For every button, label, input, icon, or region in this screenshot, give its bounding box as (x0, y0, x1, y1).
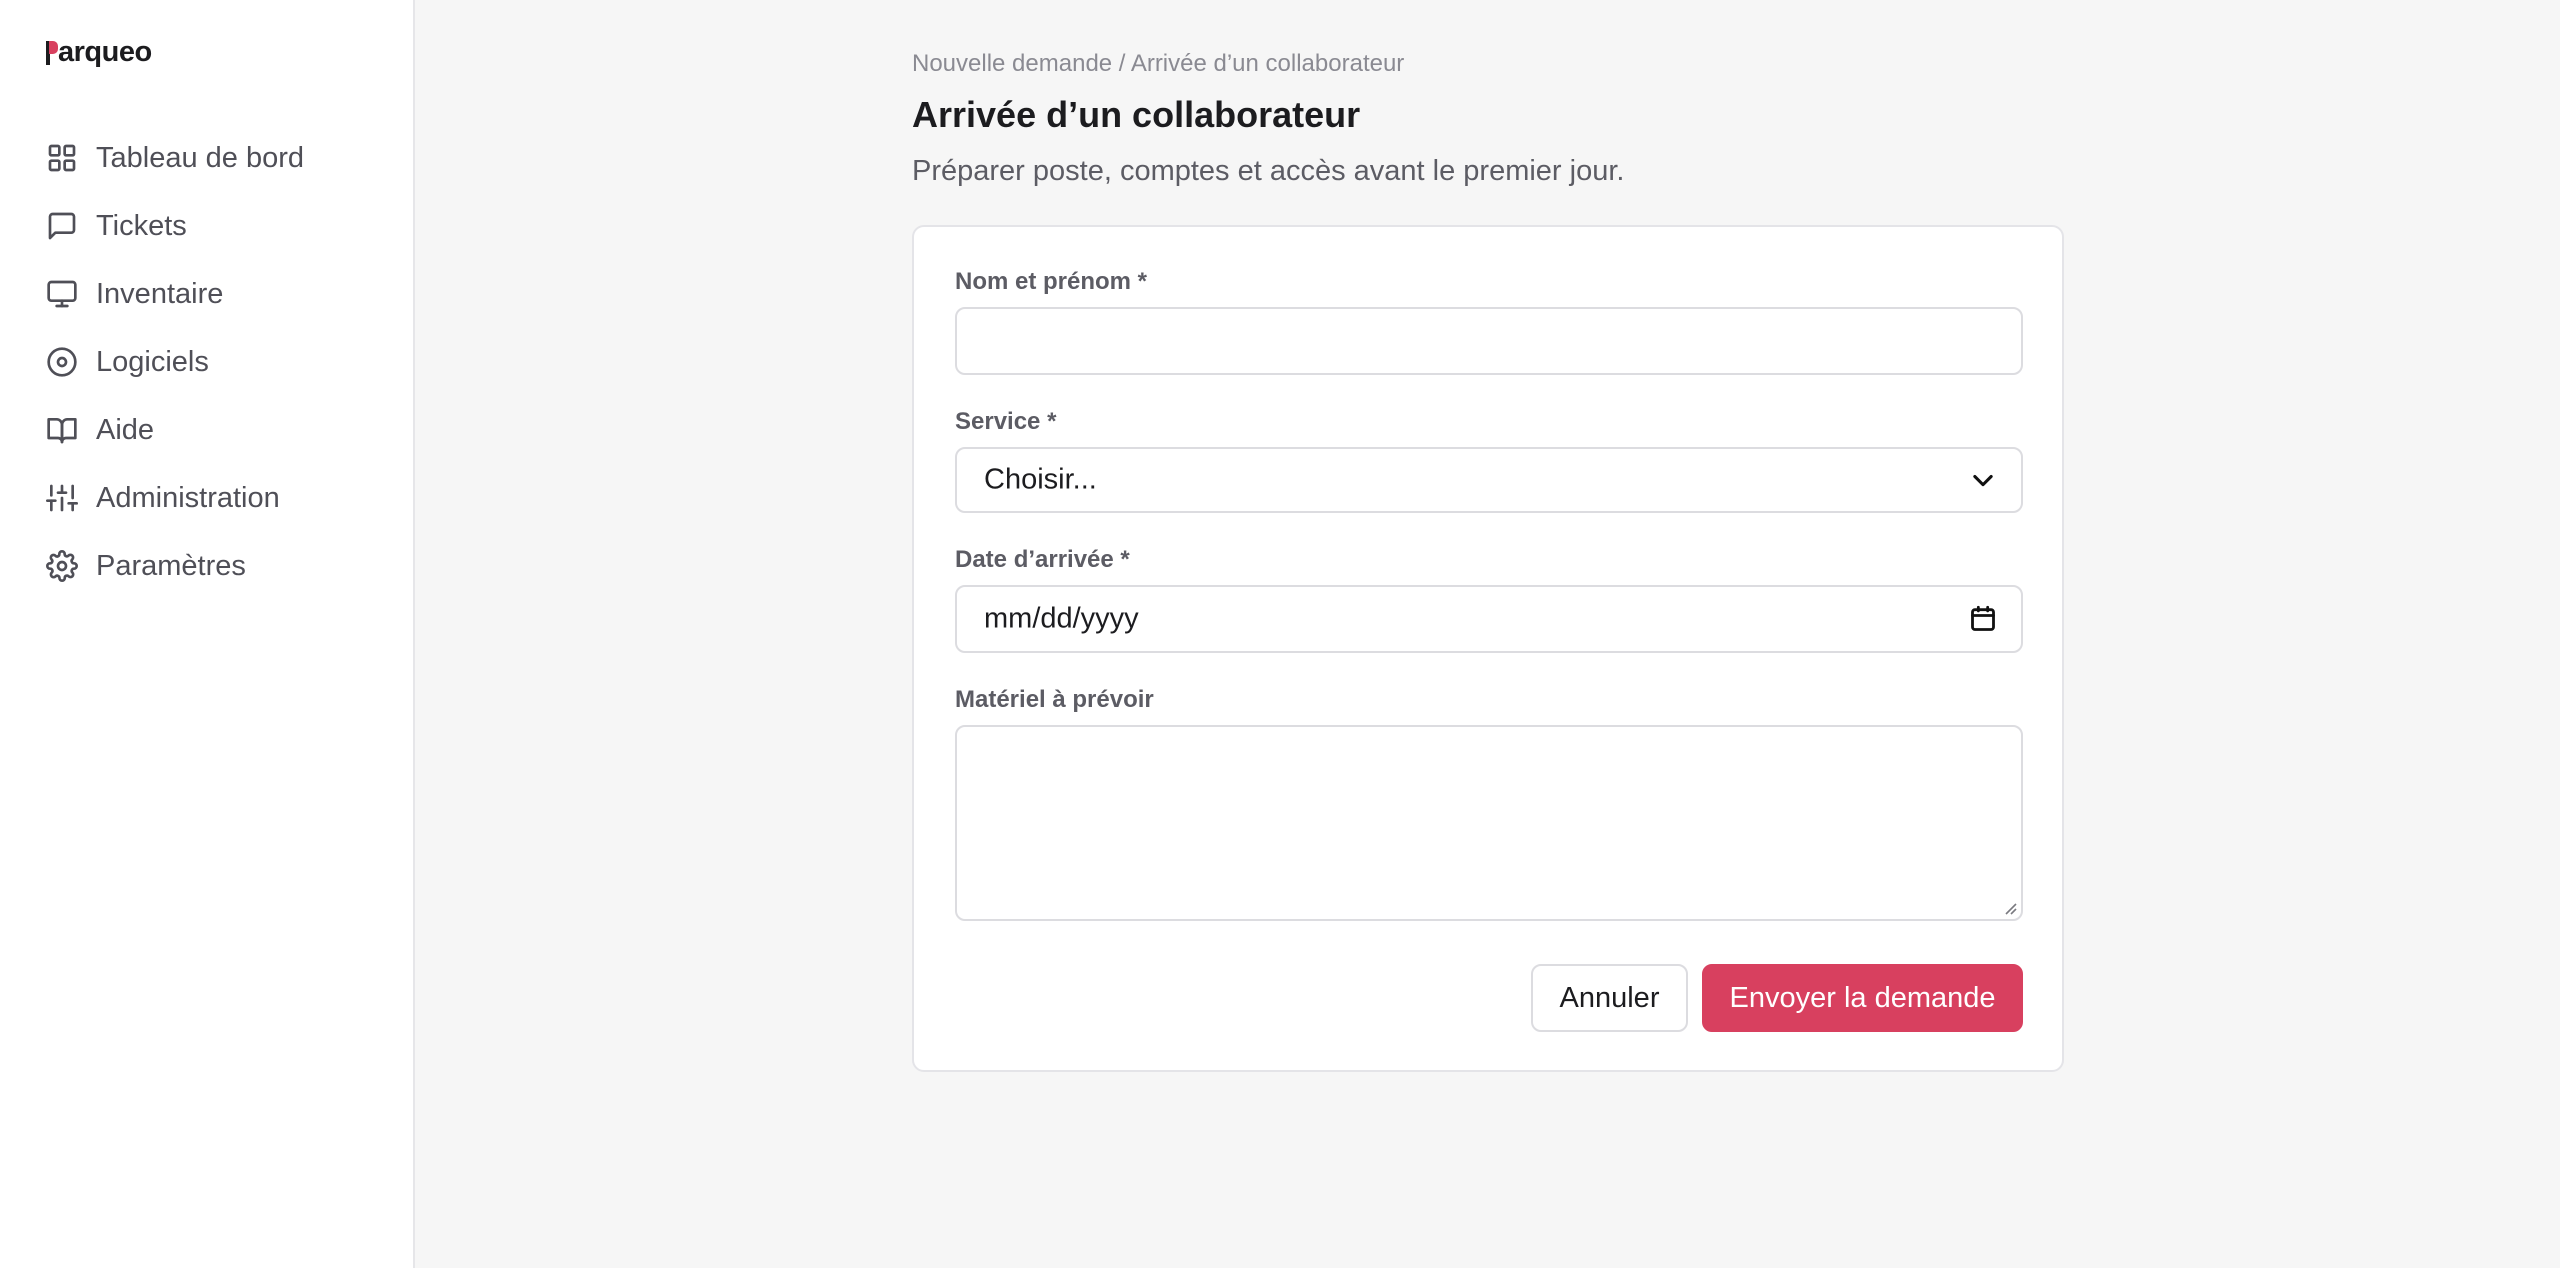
sidebar-item-parametres[interactable]: Paramètres (46, 532, 386, 600)
grid-icon (46, 142, 78, 174)
logo-flag-icon (46, 40, 58, 65)
sidebar-item-tableau-de-bord[interactable]: Tableau de bord (46, 124, 386, 192)
sidebar-item-label: Aide (96, 413, 155, 446)
sidebar-item-label: Tableau de bord (96, 141, 304, 174)
breadcrumb[interactable]: Nouvelle demande / Arrivée d’un collabor… (912, 50, 1404, 78)
sidebar-item-logiciels[interactable]: Logiciels (46, 328, 386, 396)
message-square-icon (46, 210, 78, 242)
service-select[interactable]: Choisir... (955, 447, 2023, 513)
service-select-value: Choisir... (984, 463, 1097, 496)
sidebar-nav: Tableau de bord Tickets Inventaire Logic… (46, 124, 386, 600)
sidebar-item-label: Inventaire (96, 277, 224, 310)
submit-request-button[interactable]: Envoyer la demande (1702, 964, 2023, 1032)
sidebar-item-inventaire[interactable]: Inventaire (46, 260, 386, 328)
name-input[interactable] (955, 307, 2023, 375)
sidebar: arqueo Tableau de bord Tickets Inventair… (0, 0, 415, 1268)
sidebar-item-label: Tickets (96, 209, 187, 242)
chevron-down-icon (1969, 466, 1997, 494)
sidebar-item-tickets[interactable]: Tickets (46, 192, 386, 260)
service-field-label: Service * (955, 408, 1057, 435)
name-field-label: Nom et prénom * (955, 268, 1148, 295)
arrival-date-input[interactable]: mm/dd/yyyy (955, 585, 2023, 653)
monitor-icon (46, 278, 78, 310)
settings-icon (46, 550, 78, 582)
page-subtitle: Préparer poste, comptes et accès avant l… (912, 155, 1625, 187)
date-field-label: Date d’arrivée * (955, 546, 1130, 573)
logo-text: arqueo (58, 36, 152, 68)
page-title: Arrivée d’un collaborateur (912, 94, 1361, 135)
material-textarea[interactable] (955, 725, 2023, 921)
sidebar-item-label: Paramètres (96, 549, 246, 582)
resize-grip-icon[interactable] (2001, 899, 2017, 915)
sliders-icon (46, 482, 78, 514)
material-field-label: Matériel à prévoir (955, 686, 1154, 713)
calendar-icon[interactable] (1969, 605, 1997, 633)
sidebar-item-administration[interactable]: Administration (46, 464, 386, 532)
sidebar-item-label: Administration (96, 481, 280, 514)
book-open-icon (46, 414, 78, 446)
app-logo[interactable]: arqueo (46, 36, 152, 69)
request-form-card: Nom et prénom * Service * Choisir... Dat… (912, 225, 2064, 1072)
cancel-button[interactable]: Annuler (1531, 964, 1688, 1032)
disc-icon (46, 346, 78, 378)
sidebar-item-aide[interactable]: Aide (46, 396, 386, 464)
date-placeholder: mm/dd/yyyy (984, 602, 1139, 635)
sidebar-item-label: Logiciels (96, 345, 209, 378)
